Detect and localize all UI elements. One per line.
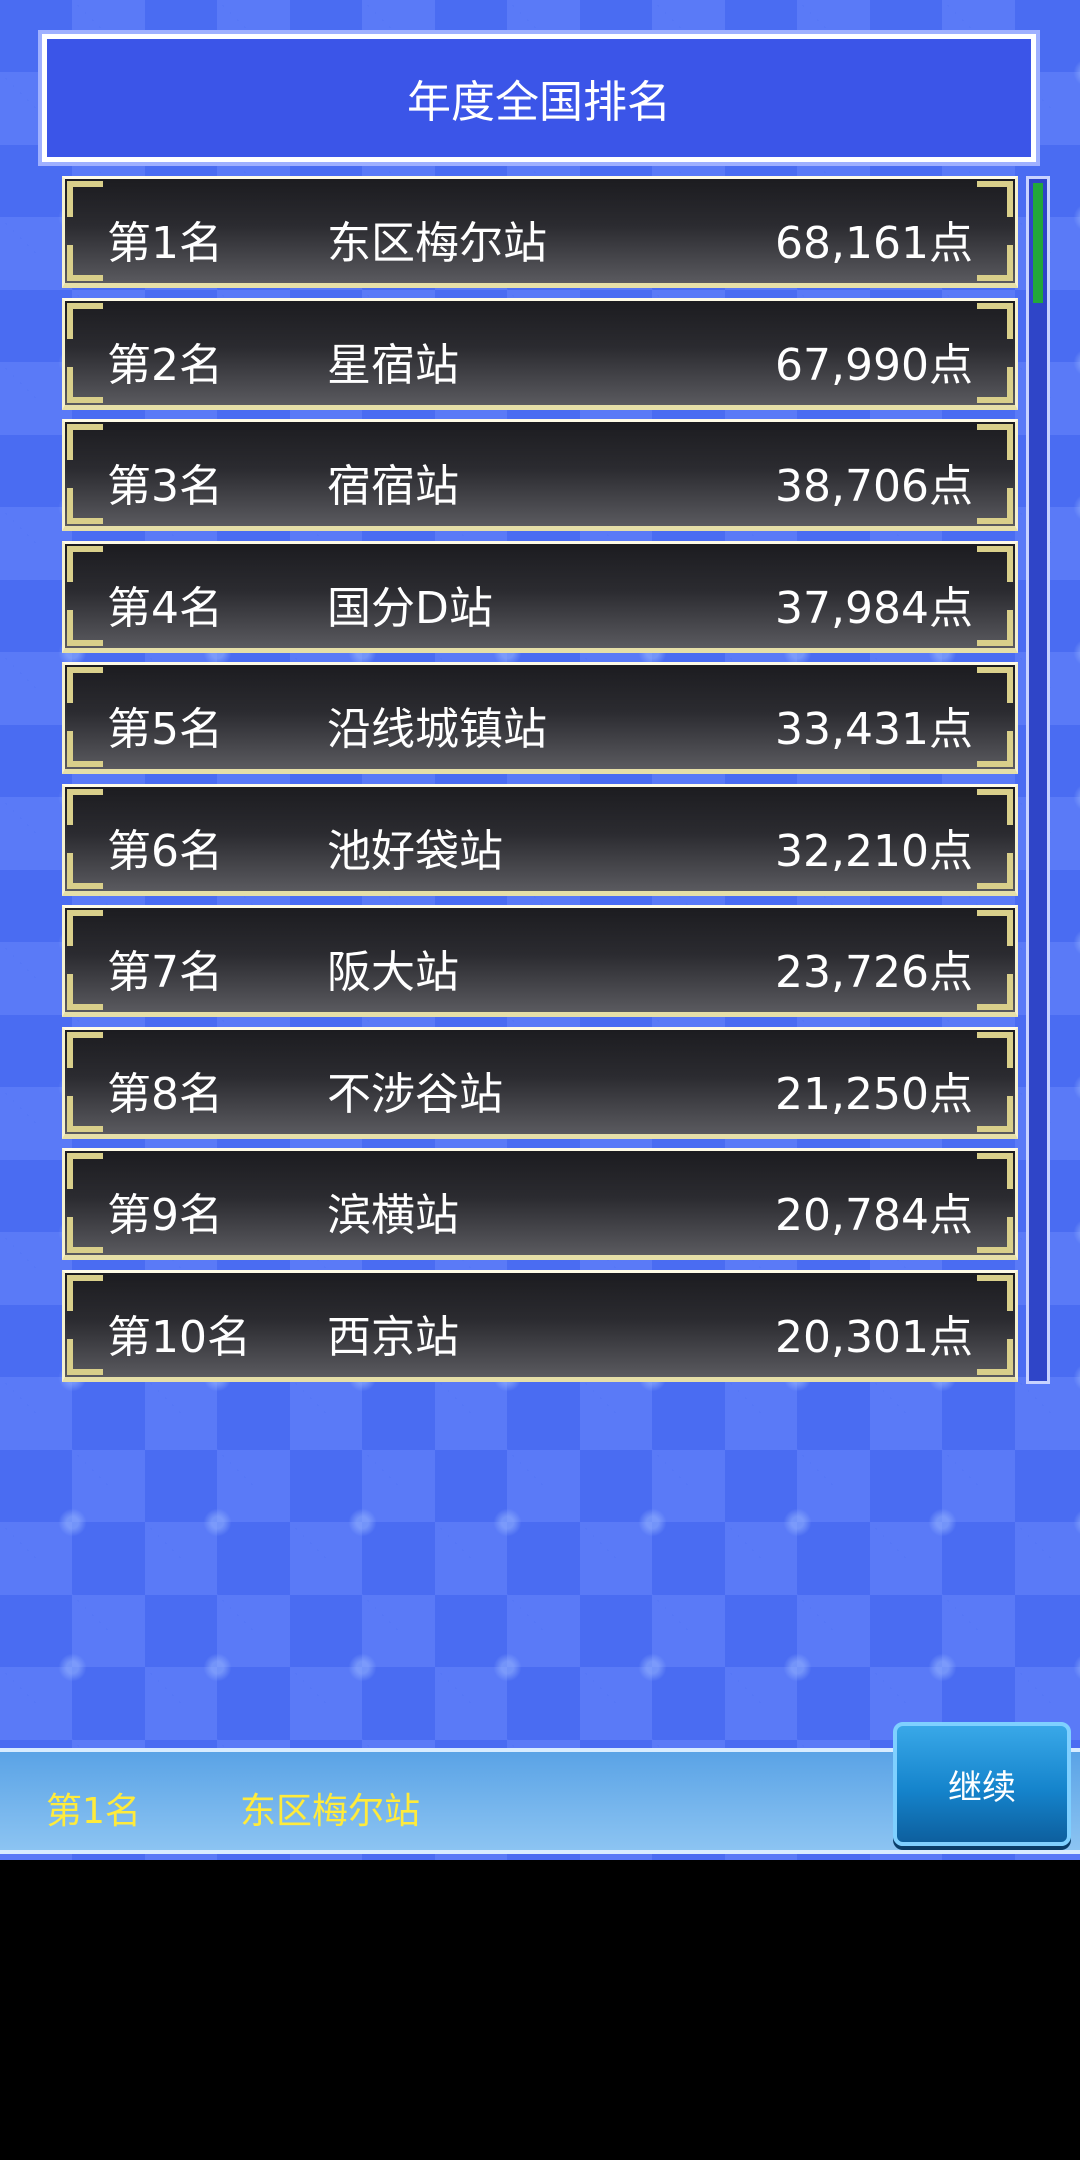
ornament-corner [977, 545, 1013, 582]
ranking-row[interactable]: 第8名 不涉谷站 21,250点 [62, 1026, 1018, 1139]
ornament-corner [977, 1031, 1013, 1068]
ornament-corner [67, 1338, 103, 1375]
station-name: 星宿站 [327, 339, 459, 391]
score-value: 32,210点 [775, 825, 973, 877]
ornament-corner [67, 1031, 103, 1068]
ranking-row[interactable]: 第7名 阪大站 23,726点 [62, 905, 1018, 1017]
ornament-corner [977, 1153, 1013, 1189]
ornament-corner [67, 424, 103, 460]
rank-label: 第10名 [107, 1311, 251, 1363]
ranking-row[interactable]: 第4名 国分D站 37,984点 [62, 540, 1018, 653]
ornament-corner [977, 974, 1013, 1010]
ornament-corner [67, 1153, 103, 1189]
ornament-corner [67, 1274, 103, 1311]
station-name: 阪大站 [327, 947, 459, 998]
rank-label: 第2名 [107, 339, 223, 391]
ornament-corner [67, 974, 103, 1010]
score-value: 20,784点 [775, 1190, 973, 1241]
ornament-corner [67, 245, 103, 281]
page-title-text: 年度全国排名 [407, 77, 671, 128]
ornament-corner [67, 667, 103, 703]
ranking-scrollbar[interactable] [1026, 176, 1050, 1384]
ranking-row[interactable]: 第9名 滨横站 20,784点 [62, 1148, 1018, 1260]
ornament-corner [977, 1095, 1013, 1132]
station-name: 滨横站 [327, 1190, 459, 1241]
score-value: 68,161点 [775, 218, 973, 269]
scrollbar-thumb[interactable] [1033, 183, 1043, 303]
selected-rank: 第1名 [46, 1791, 141, 1832]
ranking-row[interactable]: 第6名 池好袋站 32,210点 [62, 783, 1018, 896]
ornament-corner [977, 1274, 1013, 1311]
rank-label: 第8名 [107, 1068, 223, 1120]
rank-label: 第5名 [107, 704, 223, 755]
ornament-corner [67, 910, 103, 946]
ornament-corner [67, 302, 103, 339]
ornament-corner [977, 245, 1013, 281]
ornament-corner [977, 424, 1013, 460]
ornament-corner [67, 852, 103, 889]
ornament-corner [977, 1217, 1013, 1253]
score-value: 23,726点 [775, 947, 973, 998]
score-value: 20,301点 [775, 1311, 973, 1363]
page-title: 年度全国排名 [42, 34, 1036, 162]
rank-label: 第6名 [107, 825, 223, 877]
ornament-corner [977, 609, 1013, 646]
ornament-corner [67, 1095, 103, 1132]
score-value: 37,984点 [775, 582, 973, 634]
rank-label: 第1名 [107, 218, 223, 269]
station-name: 西京站 [327, 1311, 459, 1363]
station-name: 池好袋站 [327, 825, 503, 877]
ranking-row[interactable]: 第5名 沿线城镇站 33,431点 [62, 662, 1018, 774]
score-value: 33,431点 [775, 704, 973, 755]
ornament-corner [977, 366, 1013, 403]
station-name: 东区梅尔站 [327, 218, 547, 269]
score-value: 21,250点 [775, 1068, 973, 1120]
ornament-corner [67, 366, 103, 403]
ornament-corner [67, 788, 103, 825]
ornament-corner [977, 302, 1013, 339]
ornament-corner [67, 545, 103, 582]
rank-label: 第3名 [107, 461, 223, 512]
ornament-corner [977, 788, 1013, 825]
ranking-row[interactable]: 第1名 东区梅尔站 68,161点 [62, 176, 1018, 288]
station-name: 宿宿站 [327, 461, 459, 512]
ranking-row[interactable]: 第3名 宿宿站 38,706点 [62, 419, 1018, 531]
score-value: 38,706点 [775, 461, 973, 512]
ornament-corner [67, 1217, 103, 1253]
rank-label: 第4名 [107, 582, 223, 634]
ornament-corner [977, 488, 1013, 524]
ornament-corner [977, 1338, 1013, 1375]
ornament-corner [977, 910, 1013, 946]
ornament-corner [977, 181, 1013, 217]
ranking-row[interactable]: 第10名 西京站 20,301点 [62, 1269, 1018, 1382]
ornament-corner [67, 731, 103, 767]
ornament-corner [67, 488, 103, 524]
station-name: 国分D站 [327, 582, 493, 634]
station-name: 不涉谷站 [327, 1068, 503, 1120]
ornament-corner [67, 181, 103, 217]
ornament-corner [67, 609, 103, 646]
rank-label: 第7名 [107, 947, 223, 998]
selected-station-name: 东区梅尔站 [240, 1791, 421, 1832]
continue-button[interactable]: 继续 [893, 1722, 1071, 1846]
rank-label: 第9名 [107, 1190, 223, 1241]
ranking-row[interactable]: 第2名 星宿站 67,990点 [62, 297, 1018, 410]
ornament-corner [977, 731, 1013, 767]
game-screen: 年度全国排名 第1名 东区梅尔站 68,161点 第2名 星宿站 67,990点… [0, 0, 1080, 1860]
station-name: 沿线城镇站 [327, 704, 547, 755]
continue-button-label: 继续 [948, 1767, 1016, 1808]
score-value: 67,990点 [775, 339, 973, 391]
ornament-corner [977, 852, 1013, 889]
ornament-corner [977, 667, 1013, 703]
ranking-list[interactable]: 第1名 东区梅尔站 68,161点 第2名 星宿站 67,990点 第3名 宿宿… [62, 176, 1018, 1391]
